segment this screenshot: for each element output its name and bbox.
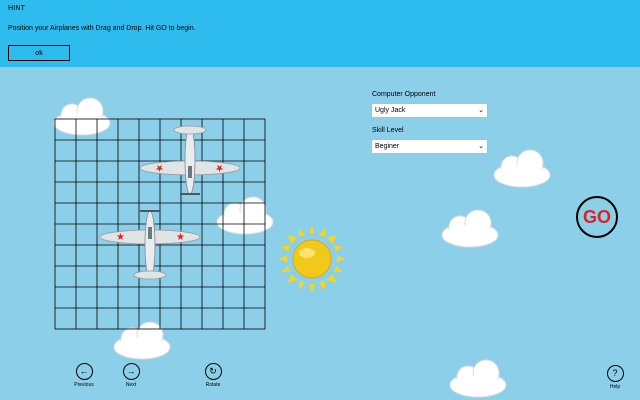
hint-banner: HINT Position your Airplanes with Drag a…: [0, 0, 640, 67]
airplane: [99, 209, 201, 280]
question-icon: ?: [606, 365, 624, 382]
airplane: [139, 125, 241, 196]
opponent-label: Computer Opponent: [372, 91, 436, 98]
help-button[interactable]: ? Help: [595, 365, 635, 390]
rotate-label: Rotate: [205, 382, 221, 388]
cloud: [493, 149, 551, 188]
rotate-icon: ↻: [204, 363, 222, 380]
cloud: [53, 97, 111, 136]
cloud: [441, 209, 499, 248]
arrow-right-icon: →: [122, 363, 140, 380]
skill-select[interactable]: Beginer ⌄: [371, 139, 488, 154]
next-button[interactable]: → Next: [111, 363, 151, 388]
ok-button[interactable]: ok: [8, 45, 70, 61]
game-board: [54, 118, 266, 330]
go-button[interactable]: GO: [576, 196, 618, 238]
previous-button[interactable]: ← Previous: [64, 363, 104, 388]
scene-graphics: ★ ★: [53, 97, 551, 398]
hint-message: Position your Airplanes with Drag and Dr…: [8, 25, 196, 32]
skill-label: Skill Level: [372, 127, 404, 134]
opponent-value: Ugly Jack: [375, 107, 406, 114]
next-label: Next: [125, 382, 137, 388]
cloud: [449, 359, 507, 398]
hint-title: HINT: [8, 5, 26, 12]
chevron-down-icon: ⌄: [478, 107, 484, 114]
sun: [278, 225, 346, 293]
cloud: [113, 321, 171, 360]
help-label: Help: [609, 384, 621, 390]
opponent-select[interactable]: Ugly Jack ⌄: [371, 103, 488, 118]
previous-label: Previous: [74, 382, 94, 388]
chevron-down-icon: ⌄: [478, 143, 484, 150]
skill-value: Beginer: [375, 143, 400, 150]
rotate-button[interactable]: ↻ Rotate: [193, 363, 233, 388]
game-scene: ★ ★: [0, 67, 640, 400]
arrow-left-icon: ←: [75, 363, 93, 380]
